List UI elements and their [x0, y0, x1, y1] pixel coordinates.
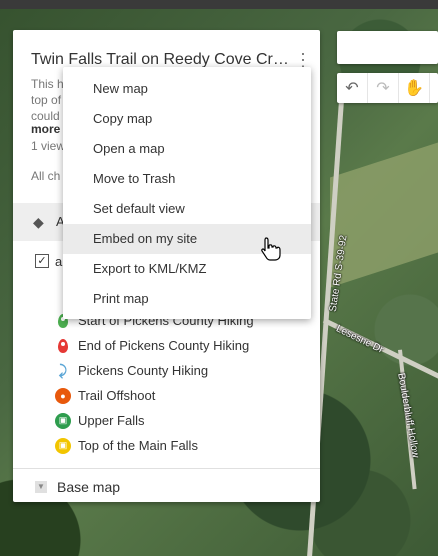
menu-item-new-map[interactable]: New map: [63, 74, 311, 104]
hand-icon: ✋: [404, 80, 424, 97]
yellow-circle-icon: ▣: [55, 437, 71, 454]
layers-icon: ◆: [33, 214, 44, 230]
basemap-row[interactable]: ▼ Base map: [13, 468, 320, 502]
hand-cursor-icon: [261, 237, 281, 261]
legend-item[interactable]: ▣ Top of the Main Falls: [53, 433, 313, 458]
view-count: 1 view: [31, 139, 66, 153]
legend-item[interactable]: ● Trail Offshoot: [53, 383, 313, 408]
legend-list: Start of Pickens County Hiking End of Pi…: [53, 308, 313, 458]
legend-label: Upper Falls: [78, 413, 145, 428]
basemap-label: Base map: [57, 479, 121, 495]
menu-item-copy-map[interactable]: Copy map: [63, 104, 311, 134]
menu-item-set-default-view[interactable]: Set default view: [63, 194, 311, 224]
legend-item[interactable]: End of Pickens County Hiking: [53, 333, 313, 358]
menu-item-open-map[interactable]: Open a map: [63, 134, 311, 164]
green-circle-icon: ▣: [55, 412, 71, 429]
map-clearing: [330, 142, 438, 288]
red-pin-icon: [58, 338, 68, 353]
legend-label: End of Pickens County Hiking: [78, 338, 250, 353]
map-toolbar: ↶ ↷ ✋: [337, 73, 438, 103]
legend-label: Top of the Main Falls: [78, 438, 198, 453]
orange-circle-icon: ●: [55, 387, 71, 404]
legend-item[interactable]: ▣ Upper Falls: [53, 408, 313, 433]
menu-item-move-to-trash[interactable]: Move to Trash: [63, 164, 311, 194]
search-box[interactable]: [337, 31, 438, 64]
hiking-path-icon: ⤸: [58, 362, 68, 378]
legend-label: Pickens County Hiking: [78, 363, 209, 378]
pan-button[interactable]: ✋: [399, 73, 430, 103]
options-menu: New map Copy map Open a map Move to Tras…: [63, 67, 311, 319]
undo-icon: ↶: [345, 80, 359, 97]
menu-item-print-map[interactable]: Print map: [63, 284, 311, 314]
save-status: All ch: [31, 169, 61, 183]
road-label-boulderbluff: Boulderbluff Hollow: [395, 372, 421, 459]
more-link[interactable]: more: [31, 122, 60, 136]
undo-button[interactable]: ↶: [337, 73, 368, 103]
all-items-label: a: [55, 254, 63, 269]
top-bar: [0, 0, 438, 9]
road-label-lesesne: Lesesne Dr: [334, 323, 385, 356]
legend-label: Trail Offshoot: [78, 388, 156, 403]
redo-icon: ↷: [376, 80, 390, 97]
chevron-down-icon[interactable]: ▼: [35, 481, 47, 493]
legend-item[interactable]: ⤸ Pickens County Hiking: [53, 358, 313, 383]
redo-button[interactable]: ↷: [368, 73, 399, 103]
layer-checkbox[interactable]: ✓: [35, 254, 49, 268]
